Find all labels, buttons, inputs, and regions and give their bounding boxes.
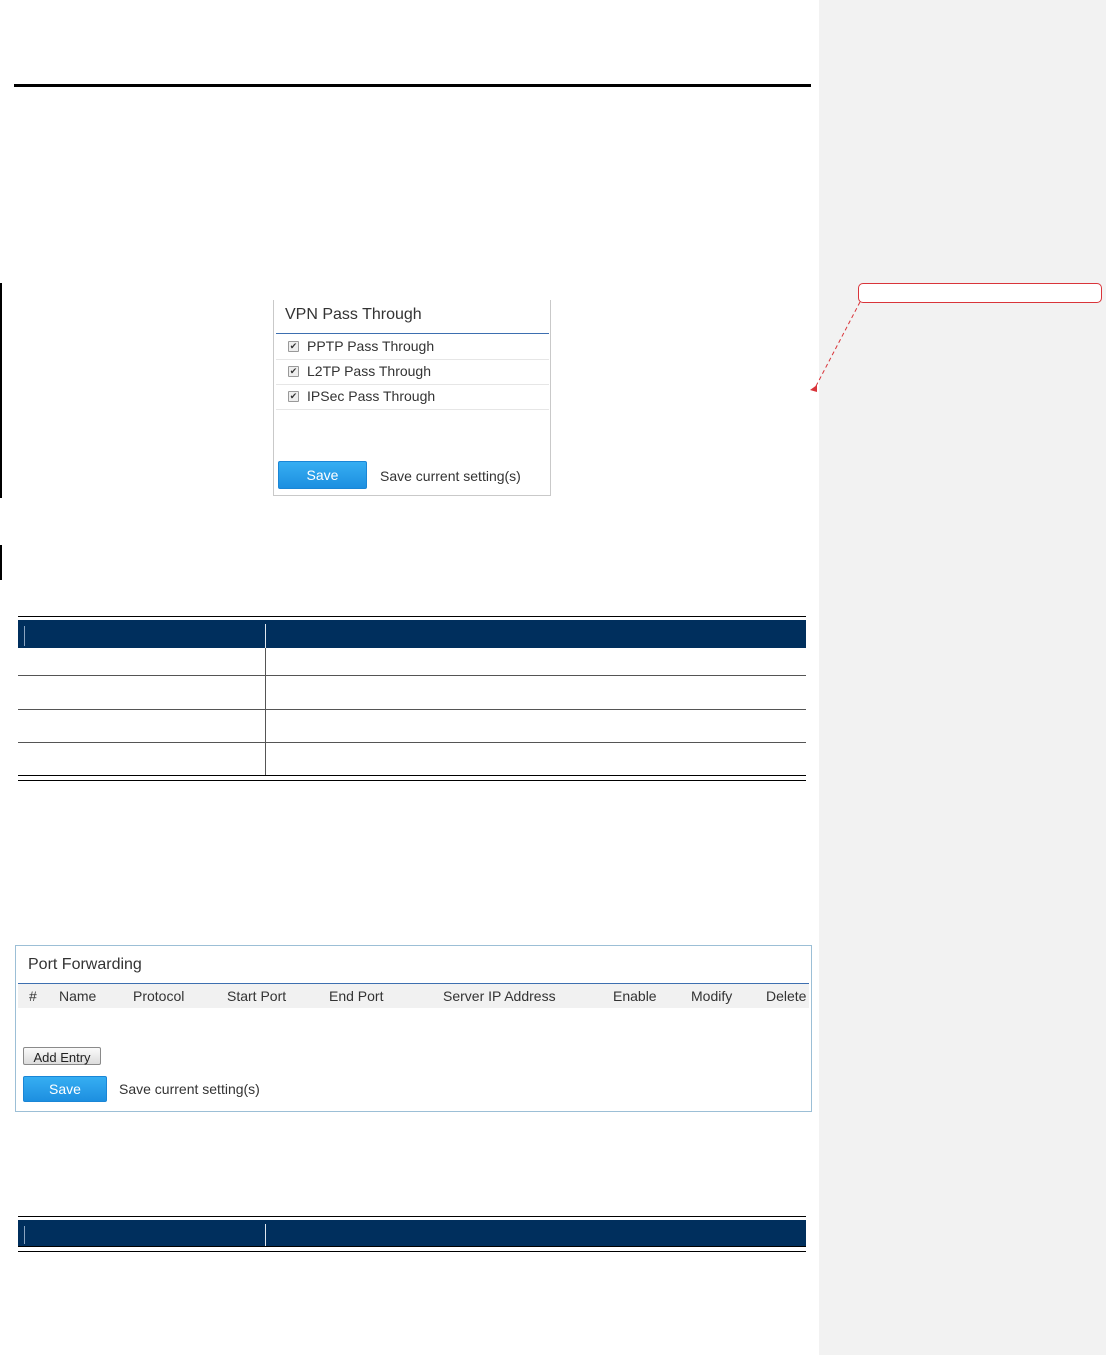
column-header-end-port: End Port [329, 988, 384, 1004]
vpn-item-pptp: ✔ PPTP Pass Through [276, 335, 549, 360]
table-top-rule [18, 616, 806, 617]
column-header-delete: Delete [766, 988, 807, 1004]
header-divider [265, 624, 266, 648]
checkmark-icon[interactable]: ✔ [288, 366, 299, 377]
table-header [18, 1220, 806, 1246]
vpn-item-l2tp: ✔ L2TP Pass Through [276, 360, 549, 385]
save-hint: Save current setting(s) [119, 1081, 260, 1097]
table-column-divider [265, 648, 266, 776]
header-marker [24, 1226, 25, 1244]
page-header-rule [14, 84, 811, 87]
column-header-name: Name [59, 988, 97, 1004]
table-bottom-rule [18, 775, 806, 781]
comment-pane [819, 0, 1106, 1355]
column-header-number: # [29, 988, 37, 1004]
panel-title: VPN Pass Through [285, 306, 422, 323]
checkmark-icon[interactable]: ✔ [288, 391, 299, 402]
vpn-item-label: PPTP Pass Through [307, 338, 435, 354]
comment-bubble[interactable] [858, 283, 1102, 303]
column-header-protocol: Protocol [133, 988, 185, 1004]
change-bar [0, 283, 2, 498]
table-top-rule [18, 1216, 806, 1217]
table-row [18, 709, 806, 710]
change-bar [0, 545, 2, 580]
column-header-modify: Modify [691, 988, 733, 1004]
vpn-item-label: IPSec Pass Through [307, 388, 436, 404]
comment-leader-line [810, 301, 861, 392]
checkmark-icon[interactable]: ✔ [288, 341, 299, 352]
column-header-start-port: Start Port [227, 988, 287, 1004]
table-header [18, 620, 806, 648]
panel-title: Port Forwarding [28, 956, 142, 973]
column-header-server-ip: Server IP Address [443, 988, 556, 1004]
header-marker [24, 626, 25, 646]
table-row [18, 675, 806, 676]
table-row [18, 742, 806, 743]
save-button[interactable]: Save [23, 1076, 107, 1102]
column-header-enable: Enable [613, 988, 657, 1004]
vpn-pass-through-panel: VPN Pass Through ✔ PPTP Pass Through ✔ L… [273, 300, 551, 496]
add-entry-button[interactable]: Add Entry [23, 1047, 101, 1065]
title-divider [276, 333, 549, 334]
save-hint: Save current setting(s) [380, 468, 521, 484]
header-divider [265, 1224, 266, 1246]
port-forwarding-panel: Port Forwarding # Name Protocol Start Po… [15, 945, 812, 1112]
table-header-row: # Name Protocol Start Port End Port Serv… [18, 984, 809, 1008]
save-button[interactable]: Save [278, 461, 367, 489]
vpn-item-ipsec: ✔ IPSec Pass Through [276, 385, 549, 410]
vpn-item-label: L2TP Pass Through [307, 363, 432, 379]
table-bottom-rule [18, 1246, 806, 1252]
